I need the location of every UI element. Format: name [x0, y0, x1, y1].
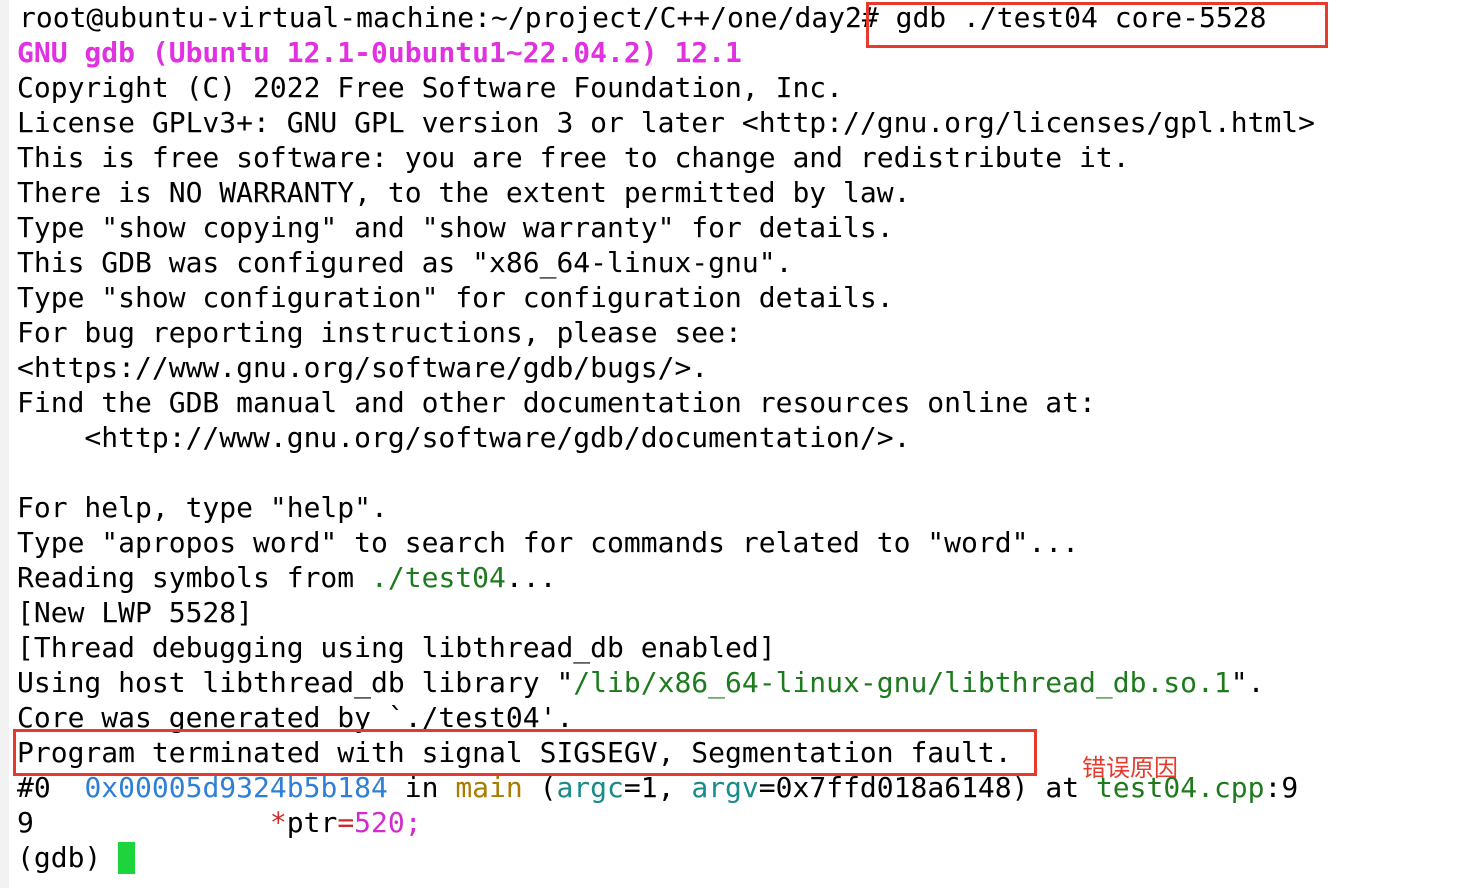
output-line: For help, type "help". — [17, 491, 388, 524]
output-line: License GPLv3+: GNU GPL version 3 or lat… — [17, 106, 1316, 139]
thread-debug-line: [Thread debugging using libthread_db ena… — [17, 631, 776, 664]
output-line: Type "show copying" and "show warranty" … — [17, 211, 894, 244]
output-line: Copyright (C) 2022 Free Software Foundat… — [17, 71, 844, 104]
output-line: <http://www.gnu.org/software/gdb/documen… — [17, 421, 911, 454]
gdb-version-line: GNU gdb (Ubuntu 12.1-0ubuntu1~22.04.2) 1… — [17, 36, 742, 69]
new-lwp-line: [New LWP 5528] — [17, 596, 254, 629]
host-library-line: Using host libthread_db library "/lib/x8… — [17, 666, 1265, 699]
gdb-prompt-line[interactable]: (gdb) — [17, 840, 136, 875]
signal-highlight-box — [13, 729, 1037, 776]
reading-symbols-line: Reading symbols from ./test04... — [17, 561, 557, 594]
output-line: This is free software: you are free to c… — [17, 141, 1130, 174]
gdb-prompt: (gdb) — [17, 841, 119, 874]
output-line: Type "show configuration" for configurat… — [17, 281, 894, 314]
output-line: Type "apropos word" to search for comman… — [17, 526, 1080, 559]
binary-path: ./test04 — [371, 561, 506, 594]
output-line: This GDB was configured as "x86_64-linux… — [17, 246, 793, 279]
terminal-window[interactable]: root@ubuntu-virtual-machine:~/project/C+… — [0, 0, 1484, 888]
window-edge — [0, 0, 9, 888]
output-line: <https://www.gnu.org/software/gdb/bugs/>… — [17, 351, 709, 384]
library-path: /lib/x86_64-linux-gnu/libthread_db.so.1 — [573, 666, 1231, 699]
output-line: Find the GDB manual and other documentat… — [17, 386, 1096, 419]
output-line: For bug reporting instructions, please s… — [17, 316, 742, 349]
error-cause-annotation: 错误原因 — [1082, 754, 1178, 782]
source-line: 9 *ptr=520; — [17, 806, 422, 839]
shell-prompt: root@ubuntu-virtual-machine:~/project/C+… — [19, 1, 862, 34]
command-highlight-box — [866, 2, 1328, 48]
text-cursor — [118, 842, 136, 874]
output-line: There is NO WARRANTY, to the extent perm… — [17, 176, 911, 209]
